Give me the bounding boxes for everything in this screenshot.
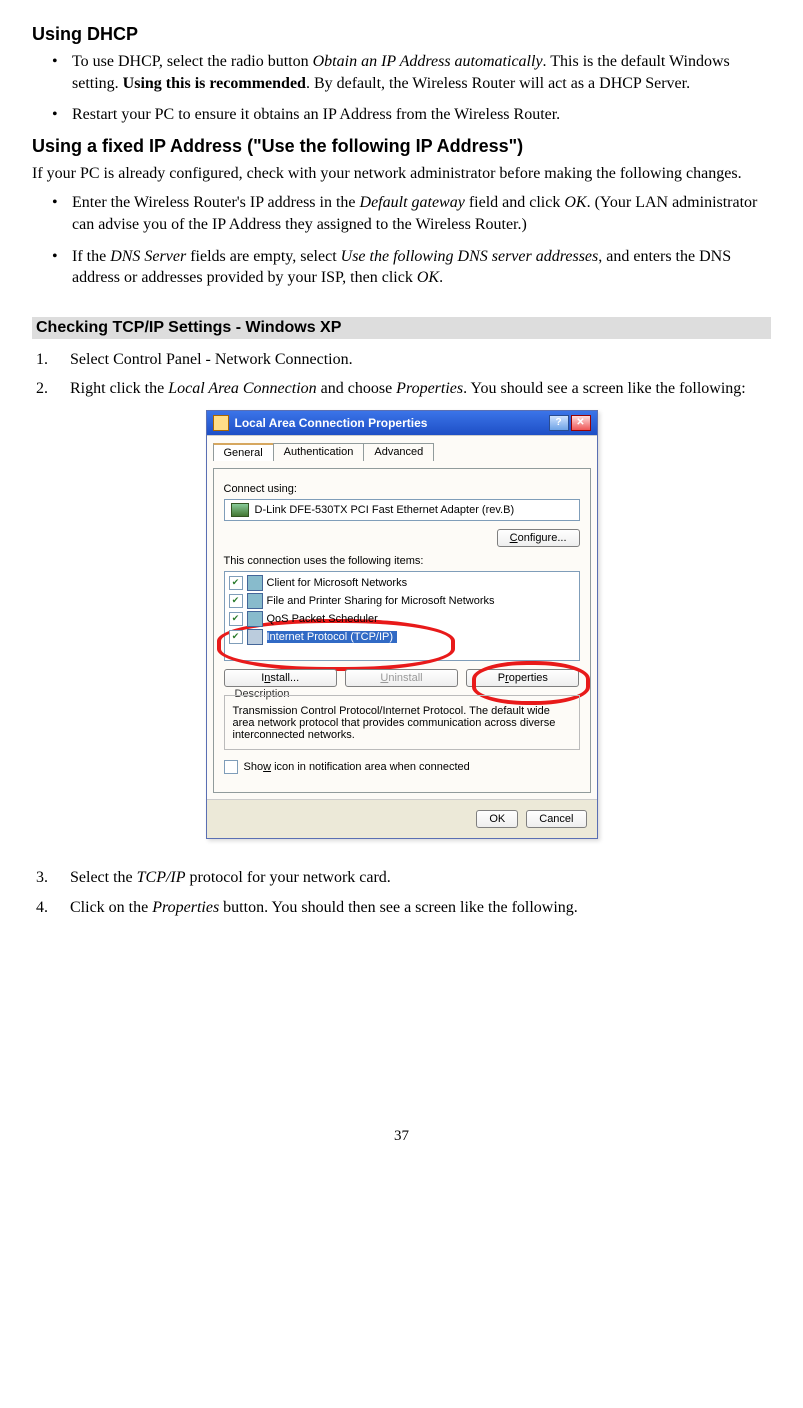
- tab-panel: Connect using: D-Link DFE-530TX PCI Fast…: [213, 468, 591, 793]
- heading-using-fixed: Using a fixed IP Address ("Use the follo…: [32, 136, 771, 157]
- text: field and click: [465, 194, 565, 211]
- connect-using-label: Connect using:: [224, 483, 580, 495]
- adapter-name: D-Link DFE-530TX PCI Fast Ethernet Adapt…: [255, 504, 515, 516]
- text-italic: Local Area Connection: [168, 380, 316, 397]
- configure-label-rest: onfigure...: [518, 532, 567, 544]
- text-italic: Use the following DNS server addresses: [341, 248, 599, 265]
- text-bold: Using this is recommended: [123, 75, 306, 92]
- text: . You should see a screen like the follo…: [463, 380, 746, 397]
- adapter-field: D-Link DFE-530TX PCI Fast Ethernet Adapt…: [224, 499, 580, 521]
- text-italic: Obtain an IP Address automatically: [313, 53, 543, 70]
- help-button[interactable]: ?: [549, 415, 569, 431]
- text-italic: OK: [417, 269, 439, 286]
- protocol-icon: [247, 629, 263, 645]
- bullet-fixed-2: If the DNS Server fields are empty, sele…: [52, 246, 771, 289]
- checkbox-icon[interactable]: ✔: [229, 612, 243, 626]
- service-icon: [247, 575, 263, 591]
- list-item-client[interactable]: ✔ Client for Microsoft Networks: [229, 574, 575, 592]
- text-italic: Properties: [396, 380, 463, 397]
- show-icon-label: Show icon in notification area when conn…: [244, 761, 470, 773]
- tab-advanced[interactable]: Advanced: [363, 443, 434, 461]
- ok-button[interactable]: OK: [476, 810, 518, 828]
- configure-button[interactable]: Configure...: [497, 529, 580, 547]
- checkbox-icon[interactable]: ✔: [229, 594, 243, 608]
- button-row: Install... Uninstall Properties: [224, 669, 580, 687]
- bullet-fixed-1: Enter the Wireless Router's IP address i…: [52, 192, 771, 235]
- window-title: Local Area Connection Properties: [235, 416, 549, 430]
- checkbox-show-icon[interactable]: ✔: [224, 760, 238, 774]
- show-icon-row: ✔ Show icon in notification area when co…: [224, 760, 580, 774]
- description-group: Transmission Control Protocol/Internet P…: [224, 695, 580, 750]
- checkbox-icon[interactable]: ✔: [229, 630, 243, 644]
- text-italic: DNS Server: [110, 248, 186, 265]
- tabs: General Authentication Advanced: [213, 442, 591, 460]
- bullet-dhcp-1: To use DHCP, select the radio button Obt…: [52, 51, 771, 94]
- bullet-dhcp-2: Restart your PC to ensure it obtains an …: [52, 104, 771, 126]
- list-item-label: Client for Microsoft Networks: [267, 577, 408, 589]
- list-item-label: File and Printer Sharing for Microsoft N…: [267, 595, 495, 607]
- uninstall-button: Uninstall: [345, 669, 458, 687]
- text-italic: OK: [564, 194, 586, 211]
- properties-button[interactable]: Properties: [466, 669, 579, 687]
- list-item-qos[interactable]: ✔ QoS Packet Scheduler: [229, 610, 575, 628]
- install-button[interactable]: Install...: [224, 669, 337, 687]
- text: button. You should then see a screen lik…: [219, 899, 578, 916]
- description-text: Transmission Control Protocol/Internet P…: [233, 705, 571, 741]
- window-icon: [213, 415, 229, 431]
- heading-checking: Checking TCP/IP Settings - Windows XP: [32, 317, 771, 339]
- cancel-button[interactable]: Cancel: [526, 810, 586, 828]
- service-icon: [247, 593, 263, 609]
- text: If the: [72, 248, 110, 265]
- text: Click on the: [70, 899, 152, 916]
- text: and choose: [317, 380, 397, 397]
- text: To use DHCP, select the radio button: [72, 53, 313, 70]
- step-2: Right click the Local Area Connection an…: [52, 378, 771, 400]
- dialog-screenshot: Local Area Connection Properties ? ✕ Gen…: [206, 410, 598, 839]
- service-icon: [247, 611, 263, 627]
- text: protocol for your network card.: [186, 869, 391, 886]
- list-item-label: Internet Protocol (TCP/IP): [267, 631, 398, 643]
- page-number: 37: [32, 1128, 771, 1145]
- text: . By default, the Wireless Router will a…: [306, 75, 690, 92]
- tab-authentication[interactable]: Authentication: [273, 443, 365, 461]
- text: .: [439, 269, 443, 286]
- nic-icon: [231, 503, 249, 517]
- tab-general[interactable]: General: [213, 443, 274, 461]
- text: Select the: [70, 869, 137, 886]
- list-item-fileprint[interactable]: ✔ File and Printer Sharing for Microsoft…: [229, 592, 575, 610]
- text: Enter the Wireless Router's IP address i…: [72, 194, 360, 211]
- text-italic: TCP/IP: [137, 869, 186, 886]
- step-3: Select the TCP/IP protocol for your netw…: [52, 867, 771, 889]
- close-button[interactable]: ✕: [571, 415, 591, 431]
- items-listbox[interactable]: ✔ Client for Microsoft Networks ✔ File a…: [224, 571, 580, 661]
- text-italic: Properties: [152, 899, 219, 916]
- list-item-tcpip[interactable]: ✔ Internet Protocol (TCP/IP): [229, 628, 575, 646]
- list-item-label: QoS Packet Scheduler: [267, 613, 378, 625]
- heading-using-dhcp: Using DHCP: [32, 24, 771, 45]
- checkbox-icon[interactable]: ✔: [229, 576, 243, 590]
- step-1: Select Control Panel - Network Connectio…: [52, 349, 771, 371]
- text: Right click the: [70, 380, 168, 397]
- uses-items-label: This connection uses the following items…: [224, 555, 580, 567]
- text-italic: Default gateway: [360, 194, 465, 211]
- dialog-footer: OK Cancel: [207, 799, 597, 838]
- titlebar: Local Area Connection Properties ? ✕: [207, 411, 597, 435]
- text: fields are empty, select: [186, 248, 340, 265]
- step-4: Click on the Properties button. You shou…: [52, 897, 771, 919]
- fixed-intro-text: If your PC is already configured, check …: [32, 163, 771, 185]
